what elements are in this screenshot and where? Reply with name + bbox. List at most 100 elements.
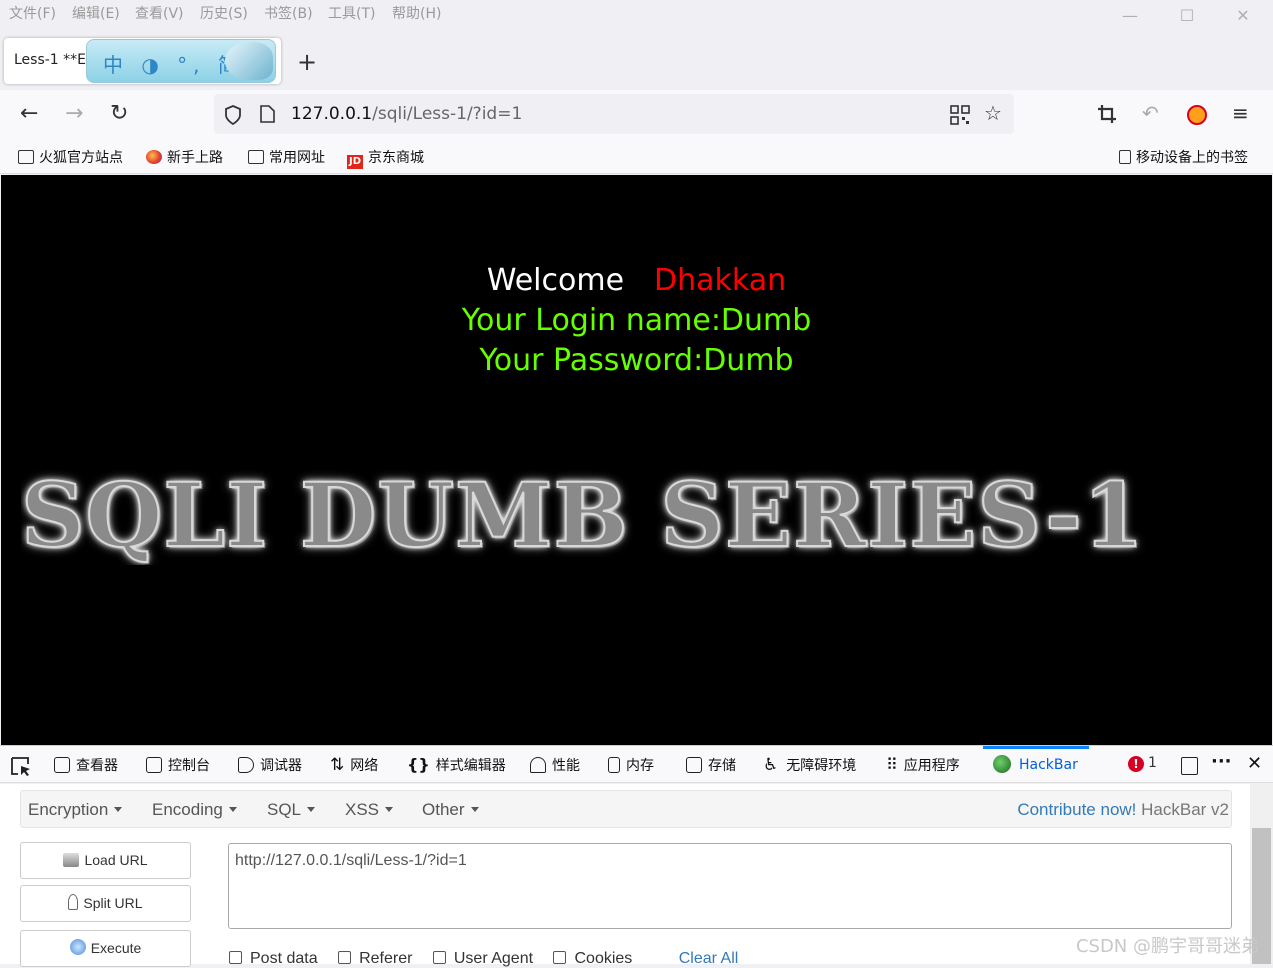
- clear-all-link[interactable]: Clear All: [679, 950, 739, 967]
- execute-button[interactable]: Execute: [20, 930, 191, 967]
- shield-icon[interactable]: [224, 105, 242, 125]
- browser-tab[interactable]: Less-1 **E 中 ◑ °, 简: [4, 38, 281, 84]
- load-url-button[interactable]: Load URL: [20, 842, 191, 879]
- menu-bookmarks[interactable]: 书签(B): [264, 3, 313, 23]
- active-tab-indicator: [983, 746, 1089, 749]
- jd-logo-icon: JD: [347, 155, 363, 169]
- minimize-button[interactable]: —: [1120, 6, 1140, 26]
- load-url-icon: [63, 853, 80, 867]
- menu-help[interactable]: 帮助(H): [392, 3, 441, 23]
- bookmark-star-icon[interactable]: ☆: [984, 101, 1002, 125]
- user-agent-checkbox[interactable]: User Agent: [432, 950, 533, 967]
- caret-down-icon: [470, 807, 479, 812]
- tab-style-editor[interactable]: {} 样式编辑器: [407, 755, 506, 775]
- network-icon: ⇅: [330, 755, 345, 775]
- csdn-watermark: CSDN @鹏宇哥哥迷弟: [1075, 936, 1259, 957]
- memory-icon: [608, 757, 620, 773]
- application-icon: ⠿: [886, 755, 898, 774]
- caret-down-icon: [385, 807, 394, 812]
- tab-application[interactable]: ⠿ 应用程序: [886, 755, 960, 775]
- forward-button[interactable]: →: [65, 101, 83, 126]
- devtools-toolbar: 查看器 控制台 调试器 ⇅ 网络 {} 样式编辑器 性能 内存 存储 ♿ 无障碍环境 …: [0, 745, 1273, 783]
- back-button[interactable]: ←: [20, 101, 38, 126]
- close-devtools-icon[interactable]: ✕: [1247, 753, 1262, 774]
- contribute-link[interactable]: Contribute now! HackBar v2: [1017, 800, 1229, 820]
- checkbox-icon: [553, 951, 567, 964]
- tab-title: Less-1 **E: [14, 52, 87, 68]
- element-picker-icon[interactable]: [10, 756, 32, 776]
- user-name-text: Dhakkan: [654, 263, 787, 298]
- maximize-button[interactable]: ☐: [1177, 6, 1197, 26]
- tab-network[interactable]: ⇅ 网络: [330, 755, 378, 775]
- tab-hackbar[interactable]: HackBar: [993, 755, 1078, 773]
- debugger-icon: [238, 757, 254, 773]
- ime-toolbar[interactable]: 中 ◑ °, 简: [86, 39, 276, 83]
- xss-menu[interactable]: XSS: [345, 800, 394, 820]
- tab-accessibility[interactable]: ♿ 无障碍环境: [763, 755, 856, 775]
- error-icon[interactable]: !: [1128, 756, 1144, 772]
- folder-icon: [248, 150, 264, 164]
- checkbox-icon: [338, 951, 352, 964]
- hackbar-menu-bar: Encryption Encoding SQL XSS Other Contri…: [20, 790, 1232, 828]
- tab-debugger[interactable]: 调试器: [238, 755, 302, 775]
- tab-inspector[interactable]: 查看器: [54, 755, 118, 775]
- tab-console[interactable]: 控制台: [146, 755, 210, 775]
- caret-down-icon: [228, 807, 237, 812]
- new-tab-button[interactable]: +: [297, 48, 317, 76]
- welcome-text: Welcome: [486, 263, 625, 298]
- reload-button[interactable]: ↻: [110, 101, 128, 126]
- error-count[interactable]: 1: [1148, 755, 1157, 771]
- other-menu[interactable]: Other: [422, 800, 479, 820]
- bookmark-jd[interactable]: JD 京东商城: [347, 147, 424, 169]
- storage-icon: [686, 757, 702, 773]
- referer-checkbox[interactable]: Referer: [338, 950, 412, 967]
- undo-icon[interactable]: ↶: [1142, 101, 1159, 125]
- series-banner: SQLI DUMB SERIES-1: [21, 465, 1145, 565]
- encryption-menu[interactable]: Encryption: [28, 800, 123, 820]
- tab-storage[interactable]: 存储: [686, 755, 736, 775]
- style-editor-icon: {}: [407, 755, 430, 774]
- cookies-checkbox[interactable]: Cookies: [553, 950, 632, 967]
- encoding-menu[interactable]: Encoding: [152, 800, 237, 820]
- bookmark-getting-started[interactable]: 新手上路: [146, 147, 223, 167]
- tab-memory[interactable]: 内存: [608, 755, 654, 775]
- addon-blocked-icon[interactable]: [1187, 105, 1207, 125]
- close-window-button[interactable]: ✕: [1233, 6, 1253, 26]
- accessibility-icon: ♿: [763, 755, 779, 775]
- url-text[interactable]: 127.0.0.1/sqli/Less-1/?id=1: [291, 104, 522, 124]
- hackbar-icon: [993, 755, 1011, 773]
- split-url-button[interactable]: Split URL: [20, 885, 191, 922]
- url-bar[interactable]: 127.0.0.1/sqli/Less-1/?id=1 ☆: [214, 94, 1014, 134]
- more-options-icon[interactable]: ···: [1211, 751, 1232, 772]
- hackbar-options: Post data Referer User Agent Cookies Cle…: [229, 950, 738, 968]
- hamburger-menu-icon[interactable]: ≡: [1232, 101, 1249, 125]
- ime-logo-icon: [225, 42, 273, 80]
- firefox-icon: [146, 150, 162, 164]
- menu-tools[interactable]: 工具(T): [328, 3, 375, 23]
- sql-menu[interactable]: SQL: [267, 800, 316, 820]
- folder-icon: [18, 150, 34, 164]
- tab-performance[interactable]: 性能: [530, 755, 580, 775]
- menu-file[interactable]: 文件(F): [9, 3, 56, 23]
- inspector-icon: [54, 757, 70, 773]
- password-text: Your Password:Dumb: [479, 343, 794, 378]
- url-textarea[interactable]: http://127.0.0.1/sqli/Less-1/?id=1: [228, 843, 1232, 929]
- bookmark-firefox-official[interactable]: 火狐官方站点: [18, 147, 123, 167]
- menu-edit[interactable]: 编辑(E): [72, 3, 120, 23]
- menu-view[interactable]: 查看(V): [135, 3, 184, 23]
- post-data-checkbox[interactable]: Post data: [229, 950, 318, 967]
- bookmarks-toolbar: 火狐官方站点 新手上路 常用网址 JD 京东商城 移动设备上的书签: [0, 138, 1273, 174]
- ime-mode-text: 中 ◑ °, 简: [103, 53, 244, 77]
- caret-down-icon: [307, 807, 316, 812]
- bookmark-mobile[interactable]: 移动设备上的书签: [1119, 147, 1248, 167]
- hackbar-panel: Encryption Encoding SQL XSS Other Contri…: [0, 784, 1273, 967]
- screenshot-crop-icon[interactable]: [1097, 104, 1117, 124]
- dock-toggle-icon[interactable]: [1181, 757, 1198, 775]
- checkbox-icon: [432, 951, 446, 964]
- login-name-text: Your Login name:Dumb: [461, 303, 812, 338]
- bookmark-common-sites[interactable]: 常用网址: [248, 147, 325, 167]
- mobile-device-icon: [1119, 150, 1131, 164]
- play-icon: [69, 939, 86, 955]
- menu-history[interactable]: 历史(S): [200, 3, 248, 23]
- qr-code-icon[interactable]: [950, 105, 970, 125]
